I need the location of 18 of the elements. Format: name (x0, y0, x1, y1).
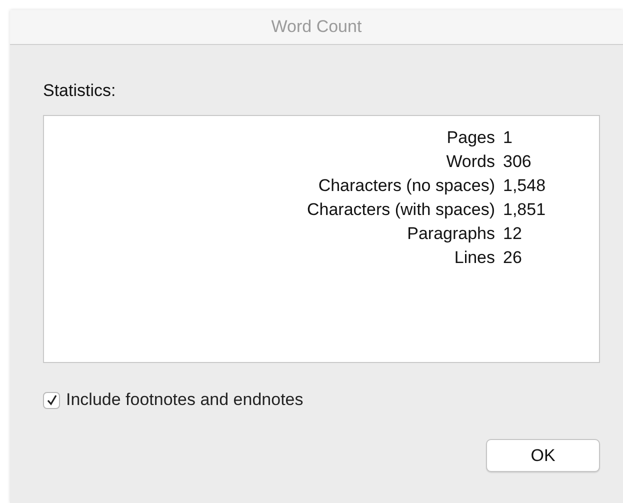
statistic-name: Characters (no spaces) (317, 176, 496, 196)
ok-button[interactable]: OK (486, 439, 600, 472)
statistic-name: Lines (453, 248, 496, 268)
check-icon (46, 394, 58, 406)
statistic-value: 1 (503, 128, 514, 148)
statistic-value: 26 (503, 248, 523, 268)
statistic-value: 1,548 (503, 176, 547, 196)
statistic-name: Characters (with spaces) (306, 200, 496, 220)
window-title: Word Count (271, 17, 362, 37)
statistic-value: 12 (503, 224, 523, 244)
statistics-label: Statistics: (43, 81, 117, 101)
statistic-name: Words (445, 152, 496, 172)
checkbox[interactable] (43, 392, 60, 408)
checkbox-label: Include footnotes and endnotes (66, 390, 304, 410)
statistic-value: 1,851 (503, 200, 547, 220)
statistic-value: 306 (503, 152, 532, 172)
statistic-name: Pages (446, 128, 496, 148)
statistic-name: Paragraphs (406, 224, 496, 244)
